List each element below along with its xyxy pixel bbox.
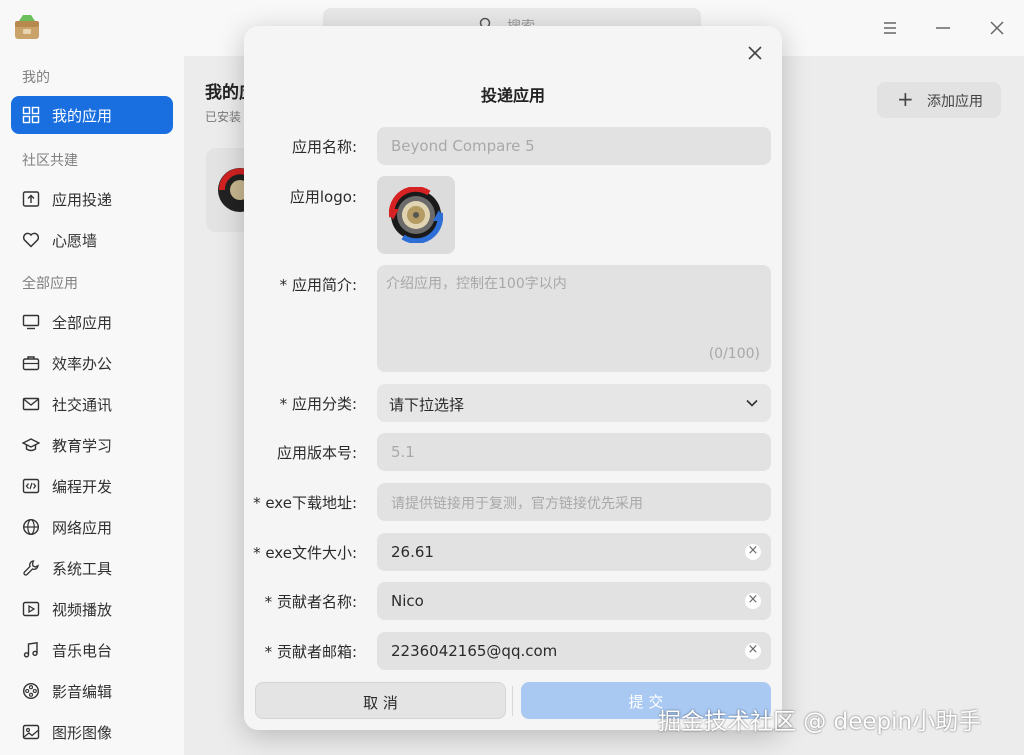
sidebar-item-office[interactable]: 效率办公 [11,344,173,382]
clear-input-icon[interactable] [745,592,761,609]
app-version-field[interactable]: 5.1 [377,433,771,471]
sidebar-item-system-tools[interactable]: 系统工具 [11,549,173,587]
minimize-icon[interactable] [931,16,955,40]
sidebar-item-submit-app[interactable]: 应用投递 [11,180,173,218]
monitor-icon [22,314,40,330]
exe-url-placeholder: 请提供链接用于复测，官方链接优先采用 [391,496,643,512]
char-counter: (0/100) [708,346,760,362]
app-version-value: 5.1 [391,443,415,461]
cancel-button[interactable]: 取 消 [255,682,506,719]
app-name-value: Beyond Compare 5 [391,137,535,155]
sidebar-item-av-editing[interactable]: 影音编辑 [11,672,173,710]
sidebar-item-label: 影音编辑 [52,683,113,701]
sidebar-item-label: 图形图像 [52,724,113,742]
globe-icon [22,518,40,536]
app-desc-textarea[interactable]: 介绍应用，控制在100字以内 (0/100) [377,265,771,372]
contributor-email-label: * 贡献者邮箱: [264,643,357,661]
clear-input-icon[interactable] [745,543,761,560]
sidebar: 我的 我的应用 社区共建 应用投递 心愿墙 全部应用 全部应用 效率办公 社交通… [0,56,184,755]
heart-icon [22,232,40,248]
exe-size-input[interactable]: 26.61 [377,533,771,571]
sidebar-item-graphics[interactable]: 图形图像 [11,713,173,751]
app-desc-label: * 应用简介: [279,276,357,294]
close-window-icon[interactable] [985,16,1009,40]
contributor-email-input[interactable]: 2236042165@qq.com [377,632,771,670]
sidebar-item-social[interactable]: 社交通讯 [11,385,173,423]
wrench-icon [23,560,39,576]
graduation-cap-icon [22,438,40,452]
sidebar-item-label: 心愿墙 [52,232,98,250]
play-icon [22,601,40,617]
close-icon[interactable] [744,42,766,64]
sidebar-item-music[interactable]: 音乐电台 [11,631,173,669]
watermark: 掘金技术社区 @ deepin小助手 [658,709,982,735]
exe-url-input[interactable]: 请提供链接用于复测，官方链接优先采用 [377,483,771,521]
sidebar-item-my-apps[interactable]: 我的应用 [11,96,173,134]
sidebar-item-label: 视频播放 [52,601,113,619]
contributor-name-label: * 贡献者名称: [264,593,357,611]
sidebar-item-label: 我的应用 [52,107,113,125]
exe-size-value: 26.61 [391,543,434,561]
app-category-select[interactable]: 请下拉选择 [377,384,771,422]
app-name-label: 应用名称: [291,138,357,156]
section-mine: 我的 [22,70,50,86]
sidebar-item-network[interactable]: 网络应用 [11,508,173,546]
mail-icon [22,397,40,411]
sidebar-item-education[interactable]: 教育学习 [11,426,173,464]
sidebar-item-video[interactable]: 视频播放 [11,590,173,628]
contributor-name-input[interactable]: Nico [377,582,771,620]
music-note-icon [23,641,38,658]
upload-box-icon [22,191,40,207]
code-icon [22,478,40,494]
sidebar-item-label: 效率办公 [52,355,113,373]
add-app-button[interactable]: + 添加应用 [877,82,1001,118]
dialog-title: 投递应用 [480,86,545,105]
app-version-label: 应用版本号: [276,444,357,462]
image-icon [22,724,40,740]
exe-url-label: * exe下载地址: [253,494,357,512]
contributor-email-value: 2236042165@qq.com [391,642,558,660]
exe-size-label: * exe文件大小: [253,544,357,562]
beyond-compare-logo-icon [389,187,443,243]
app-logo-upload[interactable] [377,176,455,254]
sidebar-item-label: 应用投递 [52,191,113,209]
chevron-down-icon [746,399,758,407]
briefcase-icon [22,356,40,371]
sidebar-item-label: 社交通讯 [52,396,113,414]
app-category-value: 请下拉选择 [389,396,465,414]
sidebar-item-label: 编程开发 [52,478,113,496]
menu-icon[interactable] [878,16,902,40]
sidebar-item-all-apps[interactable]: 全部应用 [11,303,173,341]
sidebar-item-label: 教育学习 [52,437,113,455]
app-category-label: * 应用分类: [279,395,357,413]
section-all: 全部应用 [22,276,78,292]
app-name-field[interactable]: Beyond Compare 5 [377,127,771,165]
app-store-logo-icon [15,15,39,39]
plus-icon: + [897,87,914,111]
submit-app-dialog: 投递应用 应用名称: Beyond Compare 5 应用logo: * 应用… [244,26,782,730]
button-divider [512,686,513,716]
cancel-label: 取 消 [363,694,398,712]
film-reel-icon [22,682,40,700]
sidebar-item-label: 网络应用 [52,519,113,537]
sidebar-item-programming[interactable]: 编程开发 [11,467,173,505]
contributor-name-value: Nico [391,592,424,610]
section-community: 社区共建 [22,153,78,169]
sidebar-item-label: 音乐电台 [52,642,113,660]
sidebar-item-label: 全部应用 [52,314,113,332]
app-desc-placeholder: 介绍应用，控制在100字以内 [386,276,567,292]
app-logo-label: 应用logo: [289,188,357,206]
clear-input-icon[interactable] [745,642,761,659]
sidebar-item-wish-wall[interactable]: 心愿墙 [11,221,173,259]
page-subtitle: 已安装 [205,110,242,124]
grid-icon [22,106,40,124]
sidebar-item-label: 系统工具 [52,560,113,578]
add-app-label: 添加应用 [927,94,983,110]
